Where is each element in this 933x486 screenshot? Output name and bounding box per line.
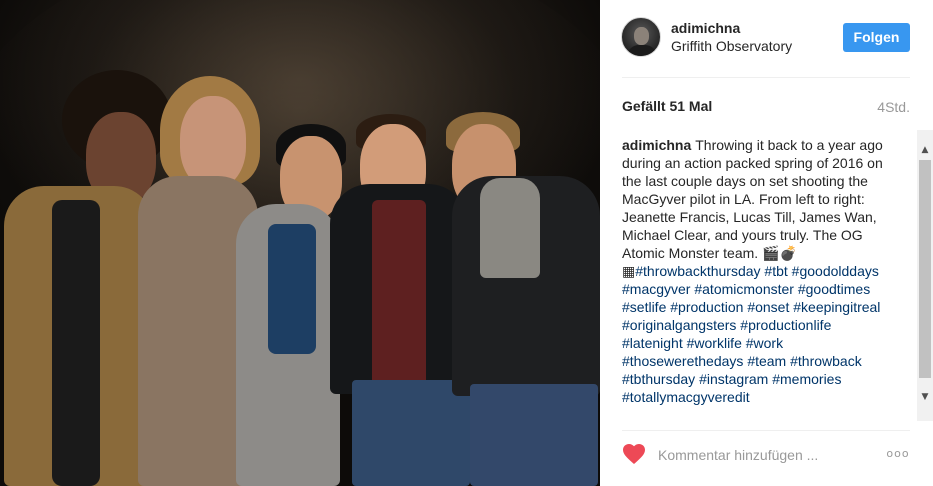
hashtag-link[interactable]: #originalgangsters [622,317,736,333]
caption-scrollbar[interactable]: ▲ ▼ [917,130,933,421]
hashtag-link[interactable]: #tbt [764,263,787,279]
hashtag-link[interactable]: #onset [747,299,789,315]
comment-input[interactable] [658,445,848,465]
hashtag-link[interactable]: #throwbackthursday [635,263,760,279]
post-location[interactable]: Griffith Observatory [671,38,792,54]
avatar-shoulders [627,45,657,56]
avatar-face [634,27,649,45]
hashtag-link[interactable]: #production [670,299,743,315]
hashtag-link[interactable]: #productionlife [740,317,831,333]
footer-divider [622,430,910,431]
post-header: adimichna Griffith Observatory Folgen [600,0,933,77]
hashtag-link[interactable]: #instagram [699,371,768,387]
hashtag-link[interactable]: #keepingitreal [793,299,880,315]
post-sidebar: adimichna Griffith Observatory Folgen Ge… [600,0,933,486]
hashtag-link[interactable]: #thosewerethedays [622,353,743,369]
hashtag-link[interactable]: #memories [772,371,841,387]
scroll-up-icon[interactable]: ▲ [917,142,933,158]
hashtag-link[interactable]: #work [746,335,783,351]
hashtag-link[interactable]: #goodtimes [798,281,870,297]
header-divider [622,77,910,78]
caption-text: Throwing it back to a year ago during an… [622,137,883,261]
hashtag-link[interactable]: #latenight [622,335,683,351]
post-caption: adimichna Throwing it back to a year ago … [622,136,894,420]
post-photo[interactable] [0,0,600,486]
follow-button[interactable]: Folgen [843,23,910,52]
more-options-icon[interactable]: ooo [885,447,911,461]
hashtag-link[interactable]: #goodolddays [792,263,879,279]
hashtag-link[interactable]: #tbthursday [622,371,695,387]
like-count[interactable]: Gefällt 51 Mal [622,98,712,114]
heart-icon[interactable] [622,443,646,465]
hashtag-list: #throwbackthursday #tbt #goodolddays #ma… [622,263,880,405]
post-username[interactable]: adimichna [671,20,740,36]
hashtag-link[interactable]: #atomicmonster [694,281,794,297]
hashtag-link[interactable]: #throwback [790,353,862,369]
scrollbar-thumb[interactable] [919,160,931,378]
hashtag-link[interactable]: #setlife [622,299,666,315]
hashtag-link[interactable]: #team [747,353,786,369]
caption-username[interactable]: adimichna [622,137,691,153]
scroll-down-icon[interactable]: ▼ [917,389,933,405]
hashtag-link[interactable]: #totallymacgyveredit [622,389,750,405]
avatar[interactable] [621,17,661,57]
hashtag-link[interactable]: #macgyver [622,281,690,297]
post-timestamp[interactable]: 4Std. [877,99,910,115]
hashtag-link[interactable]: #worklife [687,335,742,351]
